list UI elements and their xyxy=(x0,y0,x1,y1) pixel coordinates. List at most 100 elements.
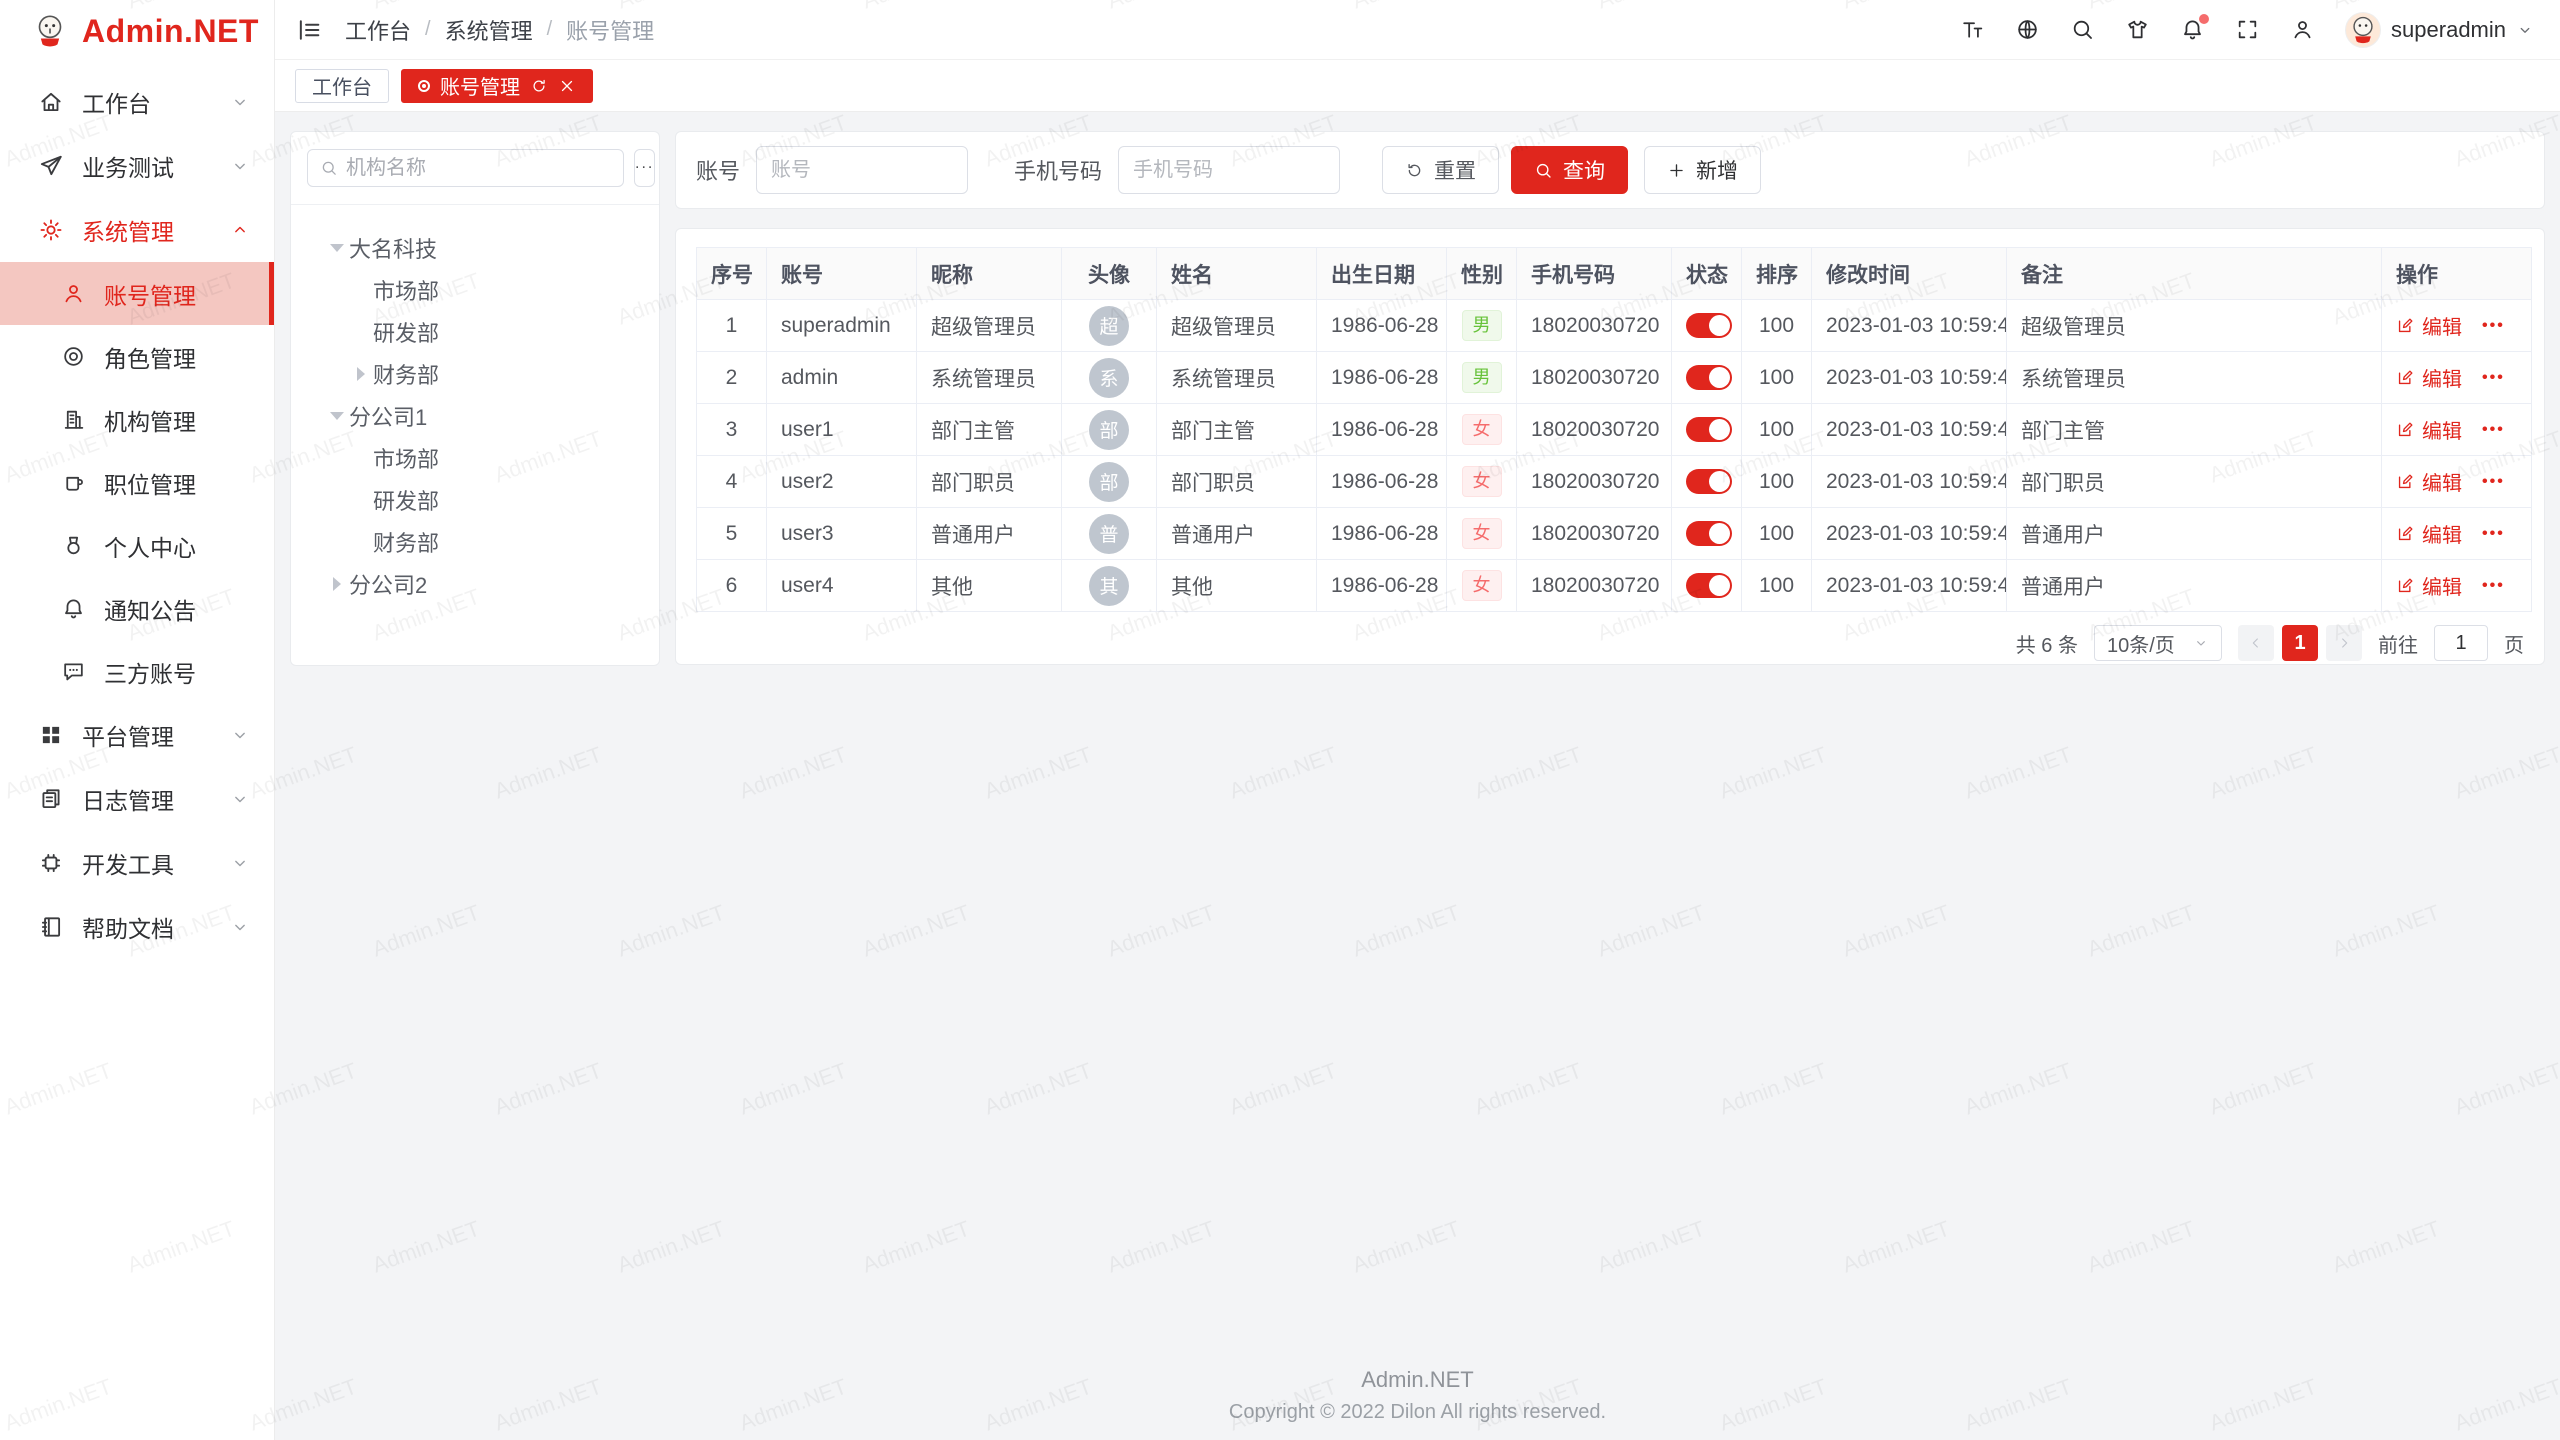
edit-button[interactable]: 编辑 xyxy=(2396,519,2462,548)
more-actions-button[interactable]: ••• xyxy=(2482,473,2505,491)
sidebar-item-0[interactable]: 工作台 xyxy=(0,70,274,134)
sidebar-item-5[interactable]: 开发工具 xyxy=(0,831,274,895)
tree-node-1[interactable]: 市场部 xyxy=(299,269,651,311)
breadcrumb-item[interactable]: 工作台 xyxy=(345,14,411,46)
profile-icon xyxy=(60,533,86,559)
tree-more-button[interactable]: ... xyxy=(634,149,655,187)
more-actions-button[interactable]: ••• xyxy=(2482,317,2505,335)
table-cell: 男 xyxy=(1447,300,1517,352)
user-menu[interactable]: superadmin xyxy=(2345,12,2534,48)
page-footer: Admin.NET Copyright © 2022 Dilon All rig… xyxy=(1229,1367,1606,1424)
tree-node-label: 分公司1 xyxy=(349,400,427,432)
table-cell xyxy=(1672,404,1742,456)
profile-icon[interactable] xyxy=(2290,17,2315,42)
caret-down-icon[interactable] xyxy=(325,236,349,260)
table-cell: 普通用户 xyxy=(2007,508,2382,560)
avatar: 系 xyxy=(1089,358,1129,398)
sidebar-item-4[interactable]: 日志管理 xyxy=(0,767,274,831)
table-cell: 1986-06-28 xyxy=(1317,560,1447,612)
breadcrumb-item[interactable]: 系统管理 xyxy=(445,14,533,46)
status-toggle[interactable] xyxy=(1686,417,1732,442)
sidebar-item-2[interactable]: 系统管理 xyxy=(0,198,274,262)
table-cell: 18020030720 xyxy=(1517,404,1672,456)
fullscreen-icon[interactable] xyxy=(2235,17,2260,42)
sidebar-subitem-4[interactable]: 个人中心 xyxy=(0,514,274,577)
edit-button[interactable]: 编辑 xyxy=(2396,363,2462,392)
tree-node-3[interactable]: 财务部 xyxy=(299,353,651,395)
sidebar-subitem-1[interactable]: 角色管理 xyxy=(0,325,274,388)
app-logo[interactable]: Admin.NET xyxy=(0,0,274,62)
status-toggle[interactable] xyxy=(1686,313,1732,338)
status-toggle[interactable] xyxy=(1686,469,1732,494)
breadcrumb-separator: / xyxy=(425,18,431,41)
tree-node-8[interactable]: 分公司2 xyxy=(299,563,651,605)
search-icon xyxy=(1534,161,1553,180)
phone-input[interactable] xyxy=(1118,146,1340,194)
language-icon[interactable] xyxy=(2015,17,2040,42)
status-toggle[interactable] xyxy=(1686,521,1732,546)
table-row: 2admin系统管理员系系统管理员1986-06-28男180200307201… xyxy=(697,352,2532,404)
table-cell: 部 xyxy=(1062,404,1157,456)
notification-icon[interactable] xyxy=(2180,17,2205,42)
tree-node-7[interactable]: 财务部 xyxy=(299,521,651,563)
page-size-value: 10条/页 xyxy=(2107,629,2175,658)
status-toggle[interactable] xyxy=(1686,573,1732,598)
tree-search-bar: ... xyxy=(291,132,659,205)
tree-node-5[interactable]: 市场部 xyxy=(299,437,651,479)
sidebar-subitem-0[interactable]: 账号管理 xyxy=(0,262,274,325)
status-toggle[interactable] xyxy=(1686,365,1732,390)
caret-right-icon[interactable] xyxy=(325,572,349,596)
search-label: 查询 xyxy=(1563,155,1605,185)
tab-workbench[interactable]: 工作台 xyxy=(295,69,389,103)
table-cell xyxy=(1672,560,1742,612)
phone-label: 手机号码 xyxy=(1014,154,1102,186)
account-input[interactable] xyxy=(756,146,968,194)
tree-node-label: 分公司2 xyxy=(349,568,427,600)
tab-account-management[interactable]: 账号管理 xyxy=(401,69,593,103)
table-cell: 2023-01-03 10:59:44 xyxy=(1812,300,2007,352)
table-cell: 男 xyxy=(1447,352,1517,404)
sidebar-item-3[interactable]: 平台管理 xyxy=(0,703,274,767)
search-button[interactable]: 查询 xyxy=(1511,146,1628,194)
table-cell: 5 xyxy=(697,508,767,560)
org-search-input[interactable] xyxy=(346,157,611,180)
more-actions-button[interactable]: ••• xyxy=(2482,525,2505,543)
more-actions-button[interactable]: ••• xyxy=(2482,577,2505,595)
edit-button[interactable]: 编辑 xyxy=(2396,467,2462,496)
tree-node-6[interactable]: 研发部 xyxy=(299,479,651,521)
table-cell: 2023-01-03 10:59:44 xyxy=(1812,352,2007,404)
edit-button[interactable]: 编辑 xyxy=(2396,415,2462,444)
gender-badge: 女 xyxy=(1462,414,1502,446)
tree-node-label: 大名科技 xyxy=(349,232,437,264)
table-cell: 超级管理员 xyxy=(2007,300,2382,352)
sidebar-subitem-3[interactable]: 职位管理 xyxy=(0,451,274,514)
sidebar-subitem-5[interactable]: 通知公告 xyxy=(0,577,274,640)
tree-node-4[interactable]: 分公司1 xyxy=(299,395,651,437)
sidebar-subitem-6[interactable]: 三方账号 xyxy=(0,640,274,703)
goto-page-input[interactable] xyxy=(2434,625,2488,661)
sidebar-item-1[interactable]: 业务测试 xyxy=(0,134,274,198)
page-size-select[interactable]: 10条/页 xyxy=(2094,625,2222,661)
sidebar-item-6[interactable]: 帮助文档 xyxy=(0,895,274,959)
edit-button[interactable]: 编辑 xyxy=(2396,571,2462,600)
tree-node-0[interactable]: 大名科技 xyxy=(299,227,651,269)
reset-button[interactable]: 重置 xyxy=(1382,146,1499,194)
menu-fold-icon[interactable] xyxy=(295,16,323,44)
caret-right-icon[interactable] xyxy=(349,362,373,386)
theme-icon[interactable] xyxy=(2125,17,2150,42)
sidebar-subitem-2[interactable]: 机构管理 xyxy=(0,388,274,451)
tree-node-2[interactable]: 研发部 xyxy=(299,311,651,353)
more-actions-button[interactable]: ••• xyxy=(2482,369,2505,387)
edit-button[interactable]: 编辑 xyxy=(2396,311,2462,340)
table-cell: user4 xyxy=(767,560,917,612)
prev-page-button[interactable] xyxy=(2238,625,2274,661)
current-page[interactable]: 1 xyxy=(2282,625,2318,661)
font-size-icon[interactable] xyxy=(1960,17,1985,42)
close-icon[interactable] xyxy=(558,77,576,95)
caret-down-icon[interactable] xyxy=(325,404,349,428)
search-icon[interactable] xyxy=(2070,17,2095,42)
more-actions-button[interactable]: ••• xyxy=(2482,421,2505,439)
next-page-button[interactable] xyxy=(2326,625,2362,661)
add-button[interactable]: 新增 xyxy=(1644,146,1761,194)
refresh-icon[interactable] xyxy=(530,77,548,95)
